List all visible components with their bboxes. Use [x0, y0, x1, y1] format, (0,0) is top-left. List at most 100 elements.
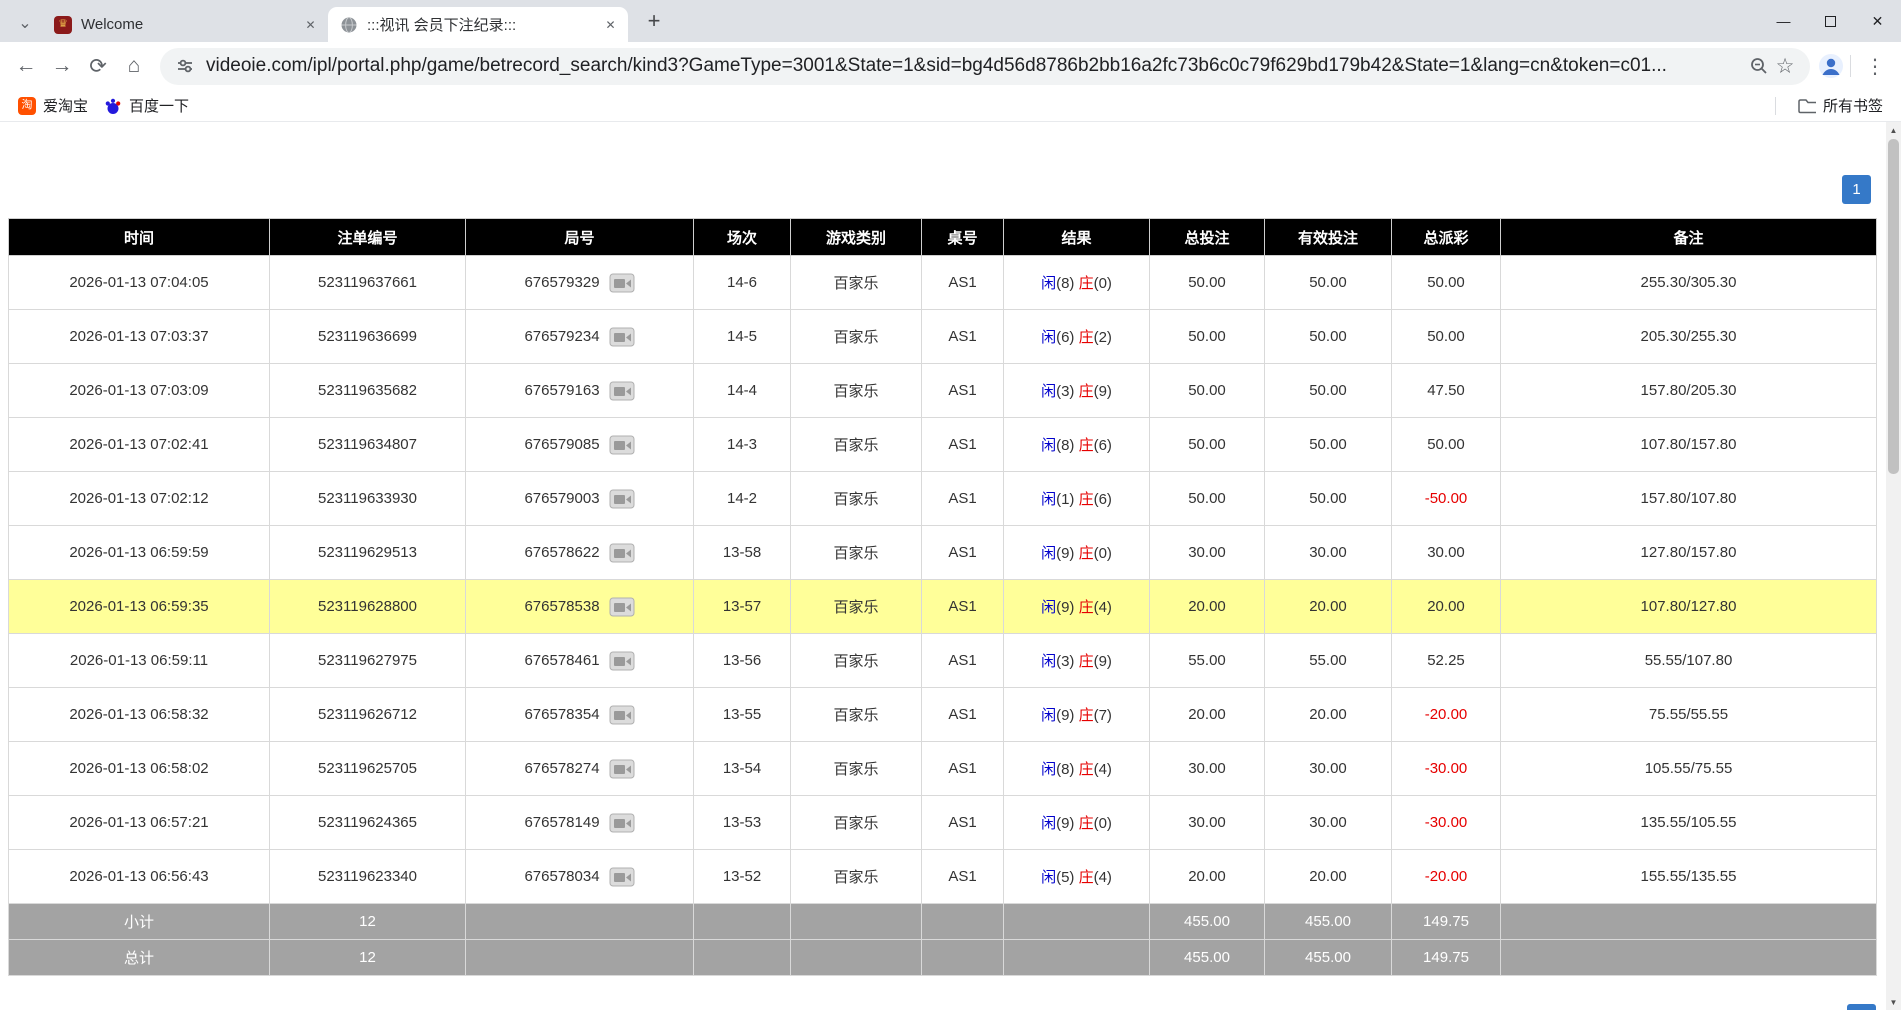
cell-result: 闲(8) 庄(4) — [1004, 742, 1150, 796]
cell-game-type: 百家乐 — [791, 742, 922, 796]
back-icon[interactable]: ← — [8, 48, 44, 84]
tab-welcome[interactable]: ♛ Welcome ✕ — [42, 7, 328, 42]
tab-betrecord[interactable]: :::视讯 会员下注纪录::: ✕ — [328, 7, 628, 42]
cell-remark: 205.30/255.30 — [1501, 310, 1877, 364]
col-header-total-payout: 总派彩 — [1392, 219, 1501, 256]
cell-total-bet[interactable]: 30.00 — [1150, 742, 1265, 796]
cell-total-payout: -30.00 — [1392, 796, 1501, 850]
cell-remark: 127.80/157.80 — [1501, 526, 1877, 580]
bookmarks-bar: 淘 爱淘宝 百度一下 所有书签 — [0, 90, 1901, 122]
window-controls: — ✕ — [1760, 0, 1901, 42]
cell-valid-bet: 55.00 — [1265, 634, 1392, 688]
cell-remark: 157.80/107.80 — [1501, 472, 1877, 526]
result-banker-score: (4) — [1094, 761, 1112, 778]
bookmark-star-icon[interactable]: ☆ — [1772, 53, 1798, 79]
cell-table-no: AS1 — [922, 418, 1004, 472]
cell-session: 13-58 — [694, 526, 791, 580]
home-icon[interactable]: ⌂ — [116, 48, 152, 84]
bookmark-label: 百度一下 — [129, 95, 189, 116]
tab-search-chevron-icon[interactable]: ⌄ — [10, 8, 40, 38]
round-video-icon[interactable] — [609, 813, 635, 833]
page-scrollbar[interactable]: ▲ ▼ — [1886, 122, 1901, 1010]
cell-total-bet[interactable]: 55.00 — [1150, 634, 1265, 688]
round-video-icon[interactable] — [609, 867, 635, 887]
round-video-icon[interactable] — [609, 543, 635, 563]
summary-bet-no: 12 — [270, 940, 466, 976]
cell-total-payout: -20.00 — [1392, 688, 1501, 742]
cell-round-no: 676578461 — [466, 634, 694, 688]
result-player-score: (8) — [1056, 275, 1079, 292]
result-player-label: 闲 — [1041, 815, 1056, 832]
minimize-button[interactable]: — — [1760, 0, 1807, 42]
cell-bet-no: 523119633930 — [270, 472, 466, 526]
pagination-page-1-bottom[interactable]: 1 — [1847, 1004, 1876, 1010]
result-banker-label: 庄 — [1079, 275, 1094, 292]
cell-valid-bet: 50.00 — [1265, 472, 1392, 526]
cell-total-bet[interactable]: 20.00 — [1150, 580, 1265, 634]
round-video-icon[interactable] — [609, 705, 635, 725]
round-video-icon[interactable] — [609, 435, 635, 455]
summary-game-type — [791, 940, 922, 976]
cell-game-type: 百家乐 — [791, 688, 922, 742]
zoom-icon[interactable] — [1746, 53, 1772, 79]
round-video-icon[interactable] — [609, 381, 635, 401]
cell-session: 14-6 — [694, 256, 791, 310]
bookmark-baidu[interactable]: 百度一下 — [96, 92, 197, 119]
round-video-icon[interactable] — [609, 273, 635, 293]
round-video-icon[interactable] — [609, 327, 635, 347]
scroll-down-icon[interactable]: ▼ — [1886, 994, 1901, 1010]
maximize-button[interactable] — [1807, 0, 1854, 42]
all-bookmarks-button[interactable]: 所有书签 — [1790, 92, 1891, 119]
cell-session: 14-5 — [694, 310, 791, 364]
site-settings-icon[interactable] — [172, 53, 198, 79]
summary-result — [1004, 940, 1150, 976]
round-video-icon[interactable] — [609, 651, 635, 671]
table-row: 2026-01-13 06:58:02523119625705676578274… — [9, 742, 1877, 796]
pagination-page-1-top[interactable]: 1 — [1842, 175, 1871, 204]
tab-close-icon[interactable]: ✕ — [601, 15, 620, 34]
result-banker-label: 庄 — [1079, 815, 1094, 832]
tab-close-icon[interactable]: ✕ — [301, 15, 320, 34]
reload-icon[interactable]: ⟳ — [80, 48, 116, 84]
cell-total-bet[interactable]: 50.00 — [1150, 310, 1265, 364]
profile-avatar[interactable] — [1818, 53, 1844, 79]
scroll-up-icon[interactable]: ▲ — [1886, 122, 1901, 138]
summary-table-no — [922, 940, 1004, 976]
result-player-score: (3) — [1056, 653, 1079, 670]
round-video-icon[interactable] — [609, 597, 635, 617]
round-video-icon[interactable] — [609, 489, 635, 509]
round-video-icon[interactable] — [609, 759, 635, 779]
bookmark-taobao[interactable]: 淘 爱淘宝 — [10, 92, 96, 119]
cell-total-bet[interactable]: 50.00 — [1150, 418, 1265, 472]
forward-icon[interactable]: → — [44, 48, 80, 84]
cell-total-bet[interactable]: 20.00 — [1150, 850, 1265, 904]
result-player-label: 闲 — [1041, 707, 1056, 724]
menu-dots-icon[interactable]: ⋮ — [1857, 48, 1893, 84]
cell-total-bet[interactable]: 50.00 — [1150, 472, 1265, 526]
cell-total-payout: -30.00 — [1392, 742, 1501, 796]
cell-total-bet[interactable]: 30.00 — [1150, 796, 1265, 850]
new-tab-button[interactable]: + — [638, 5, 670, 37]
toolbar-divider — [1850, 55, 1851, 77]
cell-table-no: AS1 — [922, 310, 1004, 364]
cell-session: 13-55 — [694, 688, 791, 742]
cell-session: 13-57 — [694, 580, 791, 634]
cell-session: 14-2 — [694, 472, 791, 526]
cell-total-bet[interactable]: 30.00 — [1150, 526, 1265, 580]
result-banker-label: 庄 — [1079, 707, 1094, 724]
close-button[interactable]: ✕ — [1854, 0, 1901, 42]
address-bar[interactable]: videoie.com/ipl/portal.php/game/betrecor… — [160, 48, 1810, 85]
cell-remark: 255.30/305.30 — [1501, 256, 1877, 310]
cell-total-payout: -20.00 — [1392, 850, 1501, 904]
cell-round-no: 676579003 — [466, 472, 694, 526]
cell-table-no: AS1 — [922, 634, 1004, 688]
scrollbar-thumb[interactable] — [1888, 139, 1899, 474]
table-row: 2026-01-13 07:02:41523119634807676579085… — [9, 418, 1877, 472]
cell-total-bet[interactable]: 20.00 — [1150, 688, 1265, 742]
cell-total-bet[interactable]: 50.00 — [1150, 364, 1265, 418]
cell-total-bet[interactable]: 50.00 — [1150, 256, 1265, 310]
cell-remark: 105.55/75.55 — [1501, 742, 1877, 796]
summary-session — [694, 904, 791, 940]
cell-result: 闲(8) 庄(6) — [1004, 418, 1150, 472]
cell-time: 2026-01-13 07:04:05 — [9, 256, 270, 310]
